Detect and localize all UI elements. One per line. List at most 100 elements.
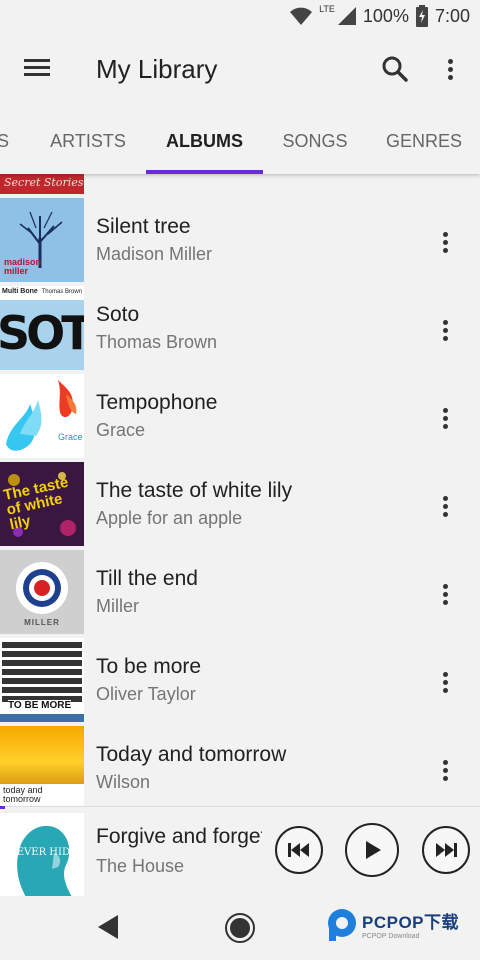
home-button[interactable] xyxy=(224,912,256,944)
play-button[interactable] xyxy=(345,823,399,877)
library-tabs: S ARTISTS ALBUMS SONGS GENRES xyxy=(0,108,480,174)
active-tab-indicator xyxy=(146,170,263,174)
mini-player[interactable]: NEVER HIDE Forgive and forget The House xyxy=(0,806,480,897)
cover-text: today and tomorrow xyxy=(3,785,43,804)
album-more-button[interactable] xyxy=(434,750,456,790)
album-more-button[interactable] xyxy=(434,574,456,614)
album-artist: Oliver Taylor xyxy=(96,684,196,704)
menu-button[interactable] xyxy=(20,56,54,84)
album-title: Till the end xyxy=(96,567,198,590)
cover-text: TO BE MORE xyxy=(8,700,72,711)
more-vert-icon-dot xyxy=(447,66,453,72)
hamburger-icon-line xyxy=(24,66,50,69)
tab-genres[interactable]: GENRES xyxy=(378,108,470,174)
album-artist: Miller xyxy=(96,596,139,616)
cover-text: SOTO xyxy=(0,306,84,360)
skip-next-icon xyxy=(436,843,457,857)
cover-text-pattern xyxy=(2,642,82,702)
battery-percent: 100% xyxy=(362,5,409,26)
album-cover: The taste of white lily xyxy=(0,462,84,546)
more-vert-icon-dot xyxy=(442,679,448,685)
album-cover-secret-stories[interactable]: Secret Stories xyxy=(0,174,84,194)
network-type: LTE xyxy=(319,4,335,14)
album-cover: madison miller xyxy=(0,198,84,282)
album-row-taste-of-white-lily[interactable]: The taste of white lily The taste of whi… xyxy=(0,462,480,550)
wifi-icon xyxy=(290,7,313,25)
hamburger-icon-line xyxy=(24,59,50,62)
page-title: My Library xyxy=(96,54,218,84)
more-vert-icon-dot xyxy=(442,239,448,245)
album-more-button[interactable] xyxy=(434,398,456,438)
next-button[interactable] xyxy=(422,826,470,874)
play-icon xyxy=(366,841,381,859)
watermark: PCPOP下载 PCPOP Download xyxy=(326,906,459,942)
more-vert-icon-dot xyxy=(442,407,448,413)
battery-charging-icon xyxy=(415,5,428,27)
more-vert-icon-dot xyxy=(442,247,448,253)
album-cover: TO BE MORE xyxy=(0,638,84,722)
back-triangle-icon xyxy=(98,915,118,939)
system-navigation-bar: PCPOP下载 PCPOP Download xyxy=(0,896,480,960)
now-playing-artist: The House xyxy=(96,856,185,876)
tab-songs[interactable]: SONGS xyxy=(273,108,357,174)
more-vert-icon-dot xyxy=(442,759,448,765)
album-cover: today and tomorrow xyxy=(0,726,84,806)
more-vert-icon-dot xyxy=(442,687,448,693)
app-bar: My Library xyxy=(0,32,480,108)
overflow-menu-button[interactable] xyxy=(436,52,464,86)
cover-caption-strip xyxy=(0,714,84,722)
cover-caption-right: Thomas Brown xyxy=(41,289,82,295)
tab-artists[interactable]: ARTISTS xyxy=(40,108,136,174)
skip-previous-icon xyxy=(288,843,309,857)
search-button[interactable] xyxy=(378,52,412,86)
watermark-sub: PCPOP Download xyxy=(362,933,420,940)
hamburger-icon-line xyxy=(24,73,50,76)
more-vert-icon-dot xyxy=(442,599,448,605)
album-row-soto[interactable]: Multi Bone Thomas Brown SOTO Soto Thomas… xyxy=(0,286,480,374)
more-vert-icon-dot xyxy=(442,335,448,341)
cover-text: NEVER HIDE xyxy=(8,847,78,858)
cover-text: MILLER xyxy=(24,618,60,627)
watermark-text-group: PCPOP下载 PCPOP Download xyxy=(362,908,459,940)
now-playing-title: Forgive and forget xyxy=(96,825,262,848)
tab-albums[interactable]: ALBUMS xyxy=(146,108,263,174)
previous-button[interactable] xyxy=(275,826,323,874)
album-more-button[interactable] xyxy=(434,662,456,702)
album-cover: Grace xyxy=(0,374,84,458)
back-button[interactable] xyxy=(94,912,124,942)
more-vert-icon-dot xyxy=(442,591,448,597)
playback-progress-bar[interactable] xyxy=(0,806,5,809)
home-circle-icon xyxy=(225,913,255,943)
album-row-tempophone[interactable]: Grace Tempophone Grace xyxy=(0,374,480,462)
more-vert-icon-dot xyxy=(442,423,448,429)
cover-caption-left: Multi Bone xyxy=(2,288,38,295)
album-cover: MILLER xyxy=(0,550,84,634)
more-vert-icon-dot xyxy=(447,58,453,64)
album-artist: Thomas Brown xyxy=(96,332,218,352)
signal-icon xyxy=(337,7,356,25)
album-row-till-the-end[interactable]: MILLER Till the end Miller xyxy=(0,550,480,638)
tab-partial[interactable]: S xyxy=(0,108,12,174)
more-vert-icon-dot xyxy=(442,503,448,509)
more-vert-icon-dot xyxy=(442,415,448,421)
album-title: Soto xyxy=(96,303,140,326)
album-artist: Wilson xyxy=(96,772,151,792)
more-vert-icon-dot xyxy=(442,583,448,589)
album-cover: Multi Bone Thomas Brown SOTO xyxy=(0,286,84,370)
album-more-button[interactable] xyxy=(434,486,456,526)
album-more-button[interactable] xyxy=(434,310,456,350)
album-title: The taste of white lily xyxy=(96,479,293,502)
more-vert-icon-dot xyxy=(442,767,448,773)
album-artist: Madison Miller xyxy=(96,244,213,264)
more-vert-icon-dot xyxy=(442,327,448,333)
status-bar: LTE 100% 7:00 xyxy=(0,0,480,32)
album-row-today-and-tomorrow[interactable]: today and tomorrow Today and tomorrow Wi… xyxy=(0,726,480,806)
now-playing-cover: NEVER HIDE xyxy=(0,813,84,897)
album-title: To be more xyxy=(96,655,202,678)
cover-text: Grace xyxy=(58,432,83,442)
album-row-silent-tree[interactable]: madison miller Silent tree Madison Mille… xyxy=(0,198,480,286)
album-artist: Grace xyxy=(96,420,146,440)
album-more-button[interactable] xyxy=(434,222,456,262)
album-row-to-be-more[interactable]: TO BE MORE To be more Oliver Taylor xyxy=(0,638,480,726)
more-vert-icon-dot xyxy=(442,231,448,237)
